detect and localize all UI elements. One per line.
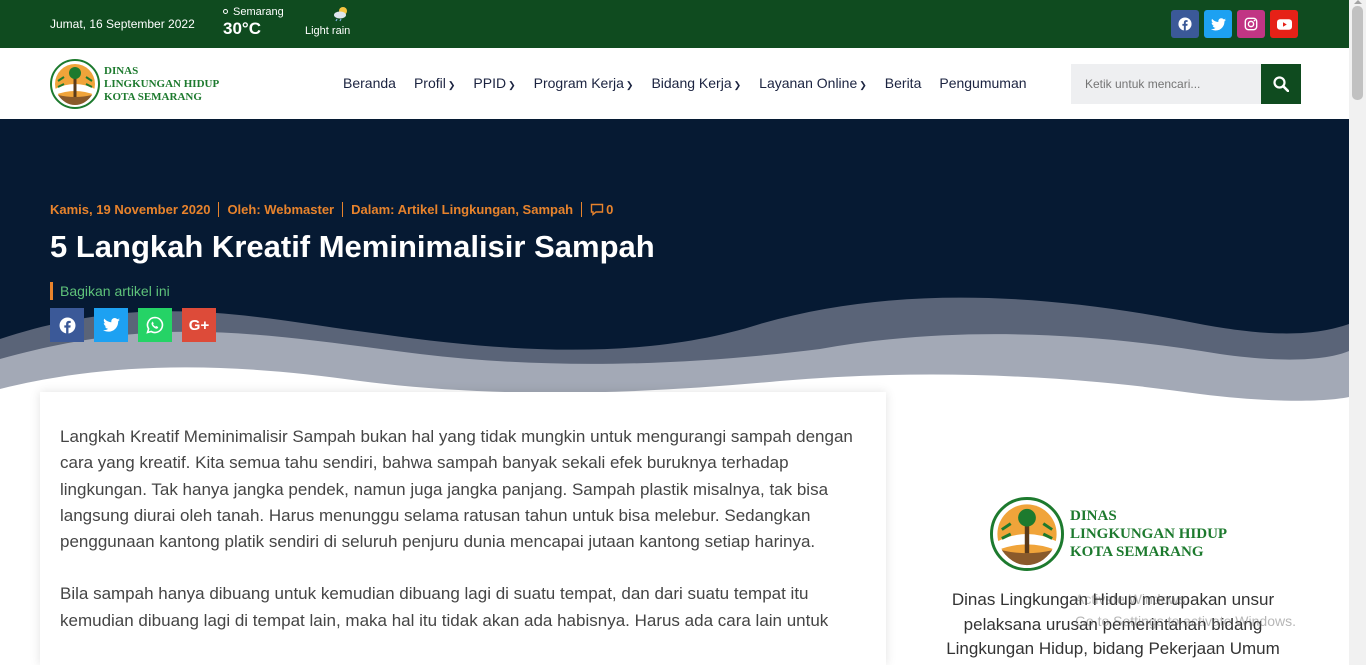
facebook-icon[interactable]	[1171, 10, 1199, 38]
meta-divider	[581, 202, 583, 217]
sidebar-logo-text: DINAS LINGKUNGAN HIDUP KOTA SEMARANG	[1070, 507, 1227, 561]
logo-line1: DINAS	[104, 64, 139, 77]
menu-item-program-kerja[interactable]: Program Kerja ❯	[534, 75, 634, 91]
sidebar-logo: DINAS LINGKUNGAN HIDUP KOTA SEMARANG	[990, 497, 1227, 571]
menu-item-layanan-online[interactable]: Layanan Online ❯	[759, 75, 867, 91]
weather-widget: Semarang 30°C	[223, 6, 284, 39]
chevron-down-icon: ❯	[508, 80, 516, 90]
menu-item-pengumuman[interactable]: Pengumuman	[939, 75, 1026, 91]
youtube-icon[interactable]	[1270, 10, 1298, 38]
activate-windows-watermark: Activate Windows Go to Settings to activ…	[1075, 588, 1296, 632]
menu-item-beranda[interactable]: Beranda	[343, 75, 396, 91]
post-author-link[interactable]: Oleh: Webmaster	[227, 202, 334, 217]
location-icon	[223, 9, 228, 14]
menu-label: PPID	[473, 75, 507, 91]
article-paragraph: Bila sampah hanya dibuang untuk kemudian…	[60, 584, 829, 630]
twitter-icon[interactable]	[1204, 10, 1232, 38]
post-title: 5 Langkah Kreatif Meminimalisir Sampah	[50, 229, 655, 264]
search-input[interactable]	[1071, 64, 1261, 104]
hero-wave-decoration	[0, 297, 1349, 424]
whatsapp-icon	[146, 316, 164, 334]
share-facebook-button[interactable]	[50, 308, 84, 342]
meta-divider	[218, 202, 220, 217]
logo-line2: LINGKUNGAN HIDUP	[104, 77, 220, 90]
menu-label: Program Kerja	[533, 75, 624, 91]
search-button[interactable]	[1261, 64, 1301, 104]
menu-label: Berita	[884, 75, 922, 91]
current-date: Jumat, 16 September 2022	[50, 17, 195, 31]
share-google-plus-button[interactable]: G+	[182, 308, 216, 342]
article-content: Langkah Kreatif Meminimalisir Sampah buk…	[40, 392, 886, 665]
menu-label: Layanan Online	[759, 75, 858, 91]
main-menu: Beranda Profil ❯ PPID ❯ Program Kerja ❯ Bid…	[343, 75, 1027, 91]
page-scrollbar[interactable]	[1349, 0, 1366, 665]
instagram-icon[interactable]	[1237, 10, 1265, 38]
share-buttons: G+	[50, 308, 216, 342]
main-navbar: DINAS LINGKUNGAN HIDUP KOTA SEMARANG Ber…	[0, 48, 1349, 119]
logo-line3: KOTA SEMARANG	[104, 90, 202, 103]
menu-label: Pengumuman	[939, 75, 1027, 91]
search-icon	[1273, 76, 1289, 92]
chevron-down-icon: ❯	[447, 80, 456, 90]
chevron-down-icon: ❯	[733, 80, 742, 90]
share-twitter-button[interactable]	[94, 308, 128, 342]
comment-icon	[590, 203, 604, 216]
article-paragraph: Langkah Kreatif Meminimalisir Sampah buk…	[60, 427, 853, 552]
search-form	[1071, 64, 1301, 104]
weather-condition: Light rain	[305, 25, 351, 37]
menu-item-ppid[interactable]: PPID ❯	[473, 75, 515, 91]
post-date: Kamis, 19 November 2020	[50, 202, 211, 217]
dlh-seal-icon	[50, 59, 100, 109]
weather-temperature: 30°C	[223, 19, 261, 38]
top-social-links	[1171, 10, 1298, 38]
post-category-link[interactable]: Dalam: Artikel Lingkungan, Sampah	[351, 202, 573, 217]
google-plus-icon: G+	[188, 316, 210, 334]
post-hero: Kamis, 19 November 2020 Oleh: Webmaster …	[0, 119, 1349, 424]
meta-divider	[342, 202, 344, 217]
facebook-icon	[59, 317, 75, 333]
chevron-down-icon: ❯	[859, 80, 867, 90]
rain-cloud-icon	[334, 7, 347, 22]
menu-item-berita[interactable]: Berita	[885, 75, 922, 91]
chevron-down-icon: ❯	[625, 80, 634, 90]
share-whatsapp-button[interactable]	[138, 308, 172, 342]
comment-count: 0	[606, 202, 614, 217]
logo-text: DINAS LINGKUNGAN HIDUP KOTA SEMARANG	[104, 65, 219, 104]
post-comments-link[interactable]: 0	[590, 202, 613, 217]
watermark-line1: Activate Windows	[1075, 591, 1186, 607]
share-label: Bagikan artikel ini	[50, 282, 170, 300]
menu-label: Beranda	[343, 75, 396, 91]
site-logo[interactable]: DINAS LINGKUNGAN HIDUP KOTA SEMARANG	[50, 59, 219, 109]
menu-label: Profil	[413, 75, 446, 91]
top-bar: Jumat, 16 September 2022 Semarang 30°C L…	[0, 0, 1349, 48]
menu-label: Bidang Kerja	[651, 75, 732, 91]
post-meta: Kamis, 19 November 2020 Oleh: Webmaster …	[50, 202, 613, 217]
menu-item-bidang-kerja[interactable]: Bidang Kerja ❯	[651, 75, 741, 91]
twitter-icon	[102, 318, 120, 332]
weather-condition-block: Light rain	[305, 6, 355, 37]
menu-item-profil[interactable]: Profil ❯	[414, 75, 455, 91]
dlh-seal-icon	[990, 497, 1064, 571]
sidebar-logo-line3: KOTA SEMARANG	[1070, 544, 1204, 560]
scroll-up-arrow-icon[interactable]	[1354, 0, 1362, 4]
sidebar-logo-line2: LINGKUNGAN HIDUP	[1070, 526, 1228, 542]
sidebar-logo-line1: DINAS	[1070, 508, 1117, 524]
watermark-line2: Go to Settings to activate Windows.	[1075, 613, 1296, 629]
weather-city: Semarang	[233, 6, 284, 18]
scrollbar-thumb[interactable]	[1352, 6, 1363, 100]
